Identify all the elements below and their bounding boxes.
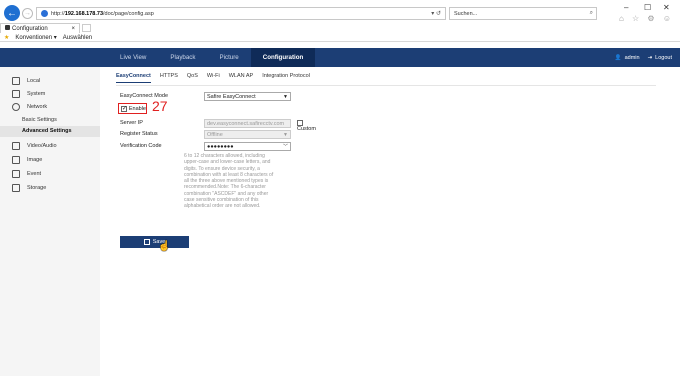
hand-cursor-icon: ☝	[158, 241, 171, 252]
server-ip-field[interactable]: dev.easyconnect.safirecctv.com	[204, 119, 291, 128]
search-input[interactable]: Suchen... ⌕	[449, 7, 597, 20]
minimize-button[interactable]: –	[624, 3, 628, 12]
chevron-down-icon: ﹀	[282, 144, 288, 150]
enable-checkbox[interactable]: Enable	[118, 103, 147, 114]
save-button[interactable]: Save	[120, 236, 189, 248]
browser-chrome: ← → http://192.168.178.73/doc/page/confi…	[0, 0, 680, 42]
main-nav: Live View Playback Picture Configuration	[108, 48, 316, 67]
verification-code-field[interactable]: ●●●●●●●● ﹀	[204, 142, 291, 151]
user-menu[interactable]: 👤 admin	[615, 55, 640, 61]
sub-tabs: EasyConnect HTTPS QoS Wi-Fi WLAN AP Inte…	[116, 73, 310, 83]
monitor-icon	[12, 77, 20, 85]
tab-qos[interactable]: QoS	[187, 73, 198, 83]
browser-tab[interactable]: Configuration ×	[0, 23, 80, 33]
tab-close-icon[interactable]: ×	[71, 26, 75, 32]
address-bar[interactable]: http://192.168.178.73/doc/page/config.as…	[36, 7, 446, 20]
tab-wifi[interactable]: Wi-Fi	[207, 73, 220, 83]
refresh-icon[interactable]: ▾ ↺	[431, 10, 441, 17]
video-icon	[12, 142, 20, 150]
register-status-select: Offline ▼	[204, 130, 291, 139]
sidebar-item-event[interactable]: Event	[12, 170, 41, 178]
address-url: http://192.168.178.73/doc/page/config.as…	[51, 10, 154, 17]
divider	[116, 85, 656, 86]
user-icon: 👤	[614, 54, 622, 61]
sidebar-item-basic-settings[interactable]: Basic Settings	[22, 117, 57, 123]
tab-playback[interactable]: Playback	[158, 48, 207, 67]
server-ip-label: Server IP	[120, 120, 143, 126]
back-button[interactable]: ←	[4, 5, 20, 21]
sidebar: Local System Network Basic Settings Adva…	[0, 67, 100, 376]
sidebar-item-video-audio[interactable]: Video/Audio	[12, 142, 57, 150]
arrow-right-icon: →	[24, 10, 31, 17]
app-header: Live View Playback Picture Configuration…	[0, 48, 680, 67]
annotation-number: 27	[152, 98, 168, 114]
logout-button[interactable]: ⇥ Logout	[648, 55, 672, 61]
favorite-auswaehlen[interactable]: Auswählen	[63, 35, 92, 41]
tab-wlan-ap[interactable]: WLAN AP	[229, 73, 253, 83]
close-window-button[interactable]: ✕	[663, 3, 670, 12]
calendar-icon	[12, 170, 20, 178]
tab-configuration[interactable]: Configuration	[250, 48, 316, 67]
chevron-down-icon: ▼	[283, 132, 288, 138]
tab-integration-protocol[interactable]: Integration Protocol	[262, 73, 310, 83]
sidebar-item-storage[interactable]: Storage	[12, 184, 46, 192]
checkbox-icon	[121, 105, 127, 112]
mode-label: EasyConnect Mode	[120, 93, 168, 99]
sidebar-item-system[interactable]: System	[12, 90, 45, 98]
checkbox-icon	[297, 120, 303, 126]
forward-button[interactable]: →	[22, 8, 33, 19]
image-icon	[12, 156, 20, 164]
maximize-button[interactable]: ☐	[644, 3, 651, 12]
tab-easyconnect[interactable]: EasyConnect	[116, 73, 151, 83]
header-user-area: 👤 admin ⇥ Logout	[615, 48, 672, 67]
camera-icon	[5, 25, 10, 30]
verification-label: Verification Code	[120, 143, 162, 149]
custom-checkbox[interactable]: Custom	[297, 120, 316, 132]
verification-help-text: 6 to 12 characters allowed, including up…	[184, 153, 274, 210]
tab-live-view[interactable]: Live View	[108, 48, 158, 67]
favorite-konventionen[interactable]: Konventionen ▾	[15, 34, 56, 41]
storage-icon	[12, 184, 20, 192]
chevron-down-icon: ▼	[283, 94, 288, 100]
site-icon	[41, 10, 48, 17]
sidebar-item-advanced-settings[interactable]: Advanced Settings	[0, 126, 100, 137]
mode-select[interactable]: Safire EasyConnect ▼	[204, 92, 291, 101]
tab-picture[interactable]: Picture	[207, 48, 250, 67]
sidebar-item-network[interactable]: Network	[12, 103, 47, 111]
star-icon: ★	[4, 35, 10, 41]
logout-icon: ⇥	[647, 54, 653, 61]
sidebar-item-image[interactable]: Image	[12, 156, 42, 164]
globe-icon	[12, 103, 20, 111]
browser-tab-row: Configuration ×	[0, 23, 91, 33]
sidebar-item-local[interactable]: Local	[12, 77, 40, 85]
toolbar-icons[interactable]: ⌂ ☆ ⚙ ☺	[619, 14, 674, 23]
search-icon[interactable]: ⌕	[590, 10, 593, 17]
system-icon	[12, 90, 20, 98]
new-tab-button[interactable]	[82, 24, 91, 32]
tab-https[interactable]: HTTPS	[160, 73, 178, 83]
register-status-label: Register Status	[120, 131, 158, 137]
favorites-bar: ★ Konventionen ▾ Auswählen	[0, 33, 92, 42]
arrow-left-icon: ←	[7, 7, 17, 19]
main-content: EasyConnect HTTPS QoS Wi-Fi WLAN AP Inte…	[100, 67, 680, 376]
save-icon	[143, 239, 150, 245]
